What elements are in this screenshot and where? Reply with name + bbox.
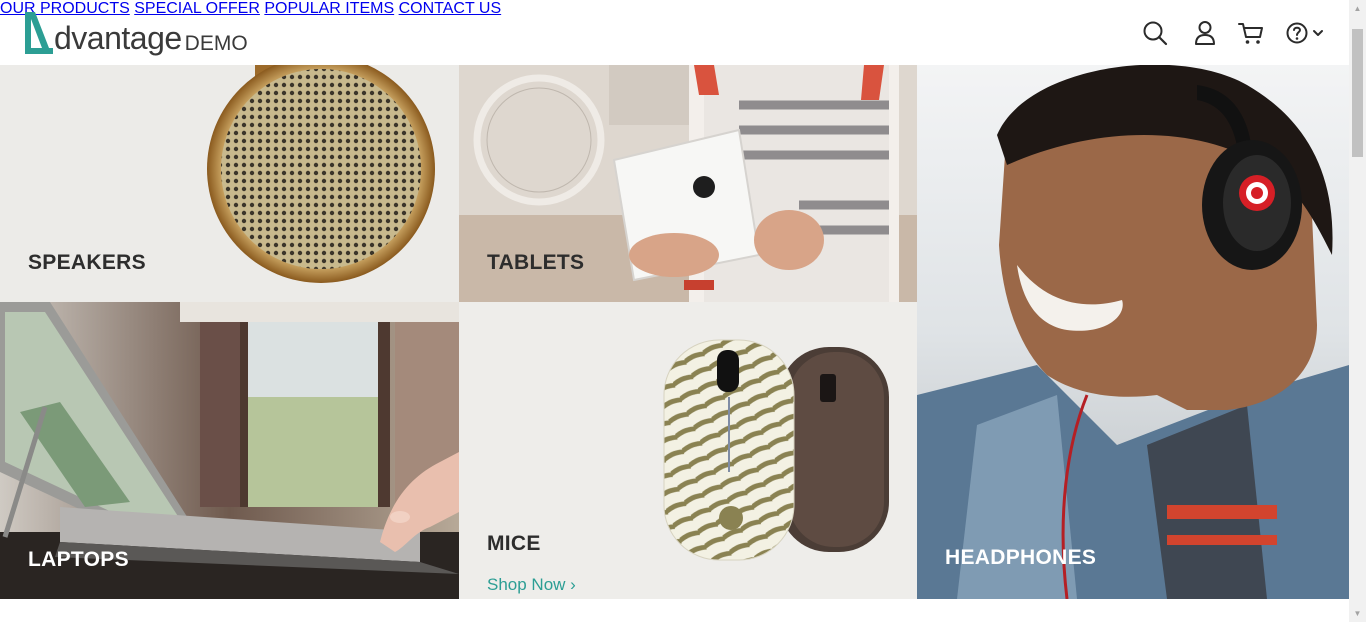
nav-popular-items[interactable]: POPULAR ITEMS bbox=[264, 0, 394, 17]
category-label-tablets: TABLETS bbox=[487, 251, 585, 274]
nav-contact-us[interactable]: CONTACT US bbox=[399, 0, 502, 17]
headphones-image bbox=[917, 65, 1349, 599]
scroll-down-arrow-icon[interactable]: ▼ bbox=[1349, 605, 1366, 622]
category-mice[interactable]: MICE Shop Now › bbox=[459, 302, 917, 599]
search-icon[interactable] bbox=[1141, 19, 1169, 47]
category-label-headphones: HEADPHONES bbox=[945, 546, 1097, 569]
chevron-right-icon: › bbox=[565, 575, 576, 594]
advantage-logo[interactable]: dvantage DEMO bbox=[22, 10, 248, 56]
shop-now-label: Shop Now bbox=[487, 575, 566, 594]
cart-icon[interactable] bbox=[1237, 19, 1265, 47]
category-speakers[interactable]: SPEAKERS bbox=[0, 65, 459, 302]
category-label-speakers: SPEAKERS bbox=[28, 251, 146, 274]
logo-text: dvantage bbox=[54, 20, 182, 56]
logo-suffix: DEMO bbox=[184, 32, 248, 55]
category-tablets[interactable]: TABLETS bbox=[459, 65, 917, 302]
help-icon[interactable] bbox=[1284, 19, 1328, 47]
category-label-laptops: LAPTOPS bbox=[28, 548, 129, 571]
scroll-up-arrow-icon[interactable]: ▲ bbox=[1349, 0, 1366, 17]
category-headphones[interactable]: HEADPHONES bbox=[917, 65, 1349, 599]
site-header: dvantage DEMO OUR PRODUCTS SPECIAL OFFER… bbox=[0, 0, 1349, 65]
user-icon[interactable] bbox=[1191, 19, 1219, 47]
page-scrollbar[interactable]: ▲ ▼ bbox=[1349, 0, 1366, 622]
category-label-mice: MICE bbox=[487, 532, 541, 555]
category-laptops[interactable]: LAPTOPS bbox=[0, 302, 459, 599]
shop-now-link[interactable]: Shop Now › bbox=[487, 575, 576, 595]
scrollbar-thumb[interactable] bbox=[1352, 29, 1363, 157]
logo-a-icon bbox=[25, 12, 53, 54]
